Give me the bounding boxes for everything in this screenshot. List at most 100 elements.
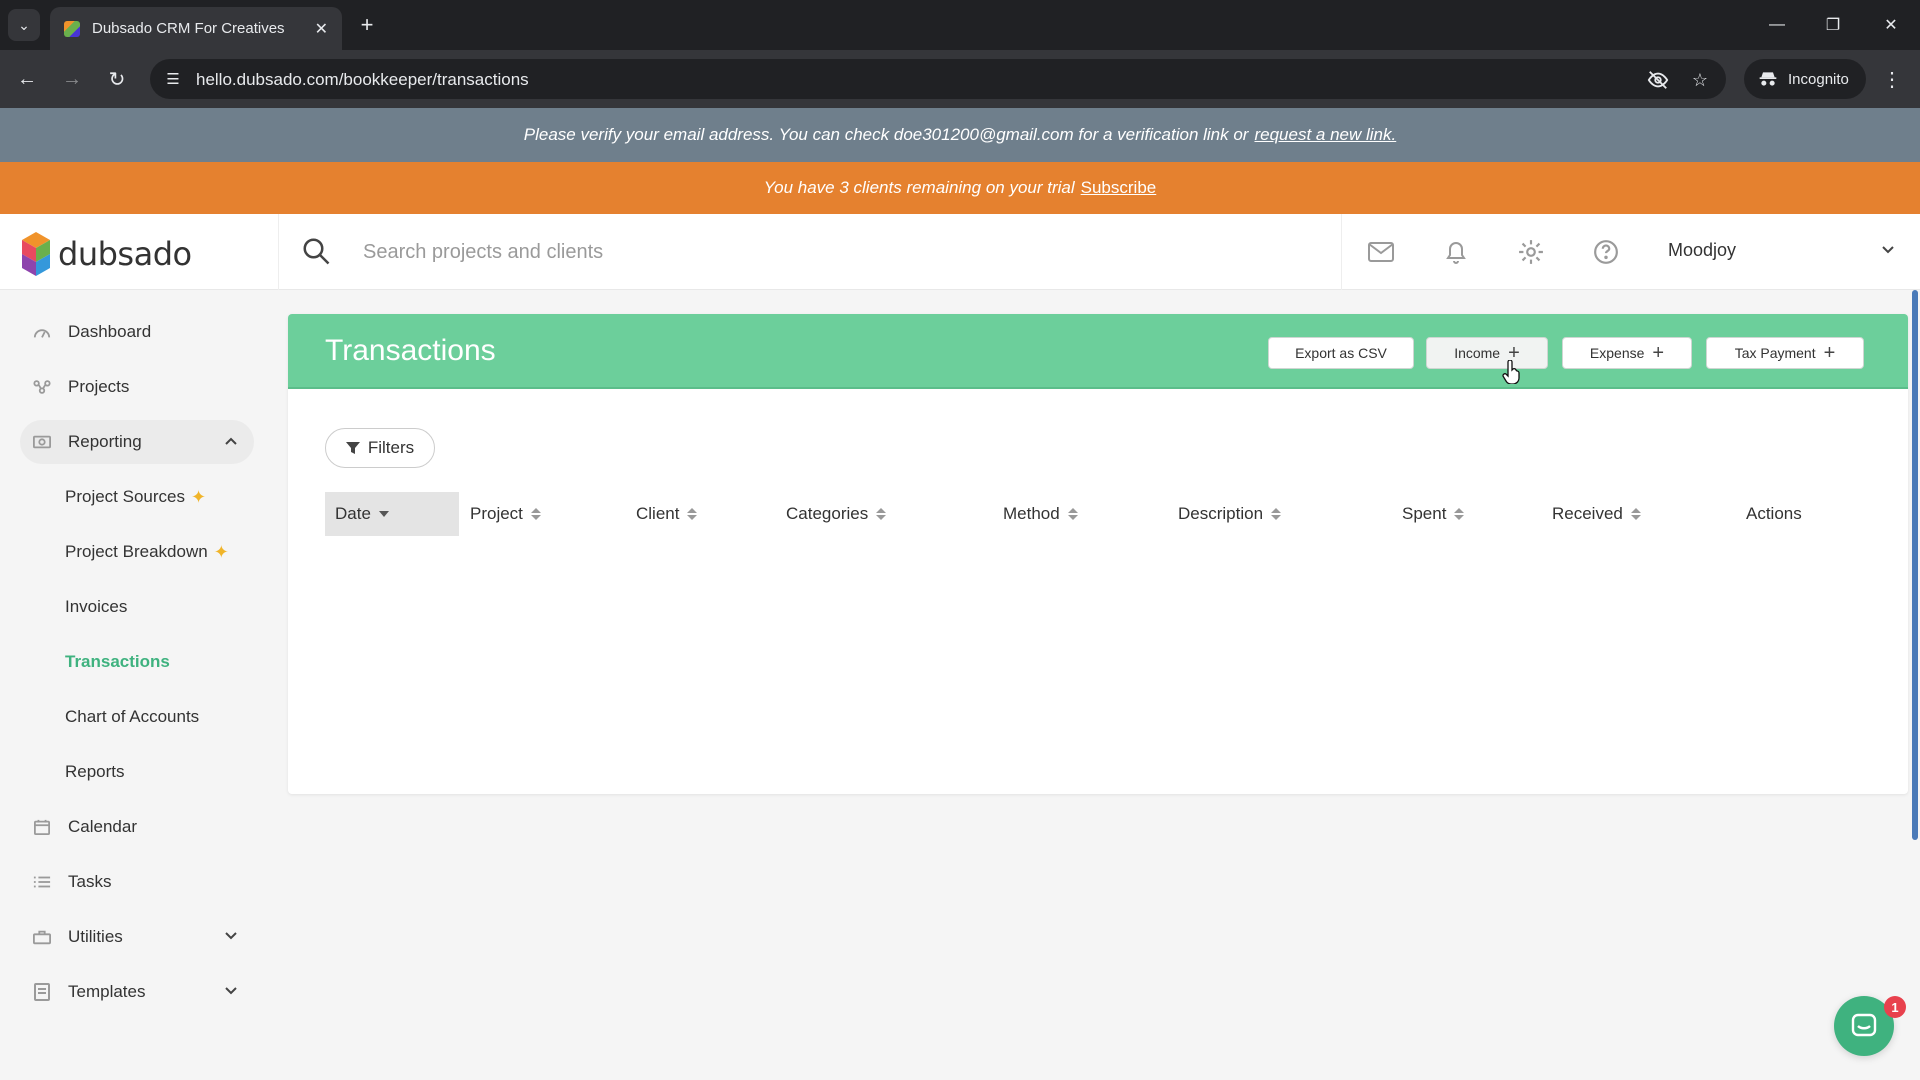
sidebar-item-label: Chart of Accounts xyxy=(65,707,200,726)
sort-icon xyxy=(1067,506,1078,522)
tab-favicon-icon xyxy=(64,20,80,37)
sidebar-item-calendar[interactable]: Calendar xyxy=(20,805,254,849)
trial-banner: You have 3 clients remaining on your tri… xyxy=(0,162,1920,214)
reporting-icon xyxy=(32,432,52,452)
chevron-up-icon[interactable] xyxy=(222,432,240,450)
reload-icon[interactable]: ↻ xyxy=(102,64,132,94)
tab-close-icon[interactable]: ✕ xyxy=(315,19,328,39)
sort-icon xyxy=(1630,506,1641,522)
sidebar-item-label: Transactions xyxy=(65,652,170,671)
sidebar-item-tasks[interactable]: Tasks xyxy=(20,860,254,904)
sidebar-item-label: Tasks xyxy=(68,872,112,891)
sidebar-item-label: Projects xyxy=(68,377,130,396)
sidebar: Dashboard Projects Reporting Project Sou… xyxy=(0,290,270,1080)
restore-icon[interactable]: ❐ xyxy=(1818,10,1848,40)
sidebar-item-label: Invoices xyxy=(65,597,128,616)
sort-desc-icon xyxy=(378,506,389,522)
sidebar-item-templates[interactable]: Templates xyxy=(20,970,254,1014)
request-new-link[interactable]: request a new link. xyxy=(1254,125,1396,145)
add-tax-payment-button[interactable]: Tax Payment + xyxy=(1706,337,1864,369)
minimize-icon[interactable]: — xyxy=(1762,10,1792,40)
subscribe-link[interactable]: Subscribe xyxy=(1081,178,1157,198)
tax-payment-label: Tax Payment xyxy=(1734,345,1816,361)
chevron-down-icon[interactable] xyxy=(1878,238,1898,262)
bell-icon[interactable] xyxy=(1441,237,1471,267)
chevron-down-icon[interactable] xyxy=(222,982,240,1000)
verify-text: Please verify your email address. You ca… xyxy=(523,125,1249,144)
projects-icon xyxy=(32,377,52,397)
chat-notification-badge: 1 xyxy=(1884,996,1906,1018)
sort-icon xyxy=(687,506,698,522)
incognito-label: Incognito xyxy=(1788,70,1849,88)
search-icon[interactable] xyxy=(301,236,331,266)
sidebar-item-label: Project Breakdown xyxy=(65,542,208,561)
url-text[interactable]: hello.dubsado.com/bookkeeper/transaction… xyxy=(196,70,529,90)
export-csv-button[interactable]: Export as CSV xyxy=(1268,337,1414,369)
sidebar-item-label: Templates xyxy=(68,982,146,1001)
help-icon[interactable] xyxy=(1591,237,1621,267)
browser-menu-icon[interactable]: ⋮ xyxy=(1880,64,1904,94)
filters-button[interactable]: Filters xyxy=(325,428,435,468)
sidebar-item-invoices[interactable]: Invoices xyxy=(65,585,127,629)
mail-icon[interactable] xyxy=(1366,237,1396,267)
sidebar-item-transactions[interactable]: Transactions xyxy=(65,640,170,684)
trial-text: You have 3 clients remaining on your tri… xyxy=(763,178,1075,197)
sidebar-item-chart-of-accounts[interactable]: Chart of Accounts xyxy=(65,695,199,739)
column-header-client[interactable]: Client xyxy=(636,492,698,536)
sort-icon xyxy=(530,506,541,522)
forward-icon[interactable]: → xyxy=(57,64,87,94)
column-header-spent[interactable]: Spent xyxy=(1402,492,1465,536)
tab-search-icon[interactable]: ⌄ xyxy=(8,9,40,41)
filter-icon xyxy=(345,442,360,454)
user-name[interactable]: Moodjoy xyxy=(1668,240,1736,261)
column-label: Description xyxy=(1178,504,1264,523)
new-tab-icon[interactable]: + xyxy=(354,12,380,38)
page-title: Transactions xyxy=(325,334,496,367)
column-header-actions: Actions xyxy=(1746,492,1802,536)
chat-icon xyxy=(1851,1013,1877,1037)
back-icon[interactable]: ← xyxy=(12,64,42,94)
sort-icon xyxy=(1271,506,1282,522)
add-expense-button[interactable]: Expense + xyxy=(1562,337,1692,369)
sidebar-item-reports[interactable]: Reports xyxy=(65,750,125,794)
column-label: Method xyxy=(1003,504,1060,523)
sidebar-item-label: Reporting xyxy=(68,432,142,451)
sidebar-item-utilities[interactable]: Utilities xyxy=(20,915,254,959)
tasks-icon xyxy=(32,872,52,892)
plus-icon: + xyxy=(1652,342,1665,364)
sidebar-item-projects[interactable]: Projects xyxy=(20,365,254,409)
sidebar-item-project-sources[interactable]: Project Sources ✦ xyxy=(65,475,206,519)
sidebar-item-label: Calendar xyxy=(68,817,137,836)
column-label: Received xyxy=(1552,504,1623,523)
chevron-down-icon[interactable] xyxy=(222,927,240,945)
site-info-icon[interactable]: ☰ xyxy=(162,68,184,90)
column-header-method[interactable]: Method xyxy=(1003,492,1078,536)
column-header-description[interactable]: Description xyxy=(1178,492,1282,536)
sidebar-item-reporting[interactable]: Reporting xyxy=(20,420,254,464)
plus-icon: + xyxy=(1823,342,1836,364)
calendar-icon xyxy=(32,817,52,837)
sidebar-item-dashboard[interactable]: Dashboard xyxy=(20,310,254,354)
bookmark-star-icon[interactable]: ☆ xyxy=(1688,68,1712,92)
column-header-categories[interactable]: Categories xyxy=(786,492,887,536)
window-close-icon[interactable]: ✕ xyxy=(1876,10,1906,40)
incognito-indicator[interactable]: Incognito xyxy=(1744,59,1866,99)
incognito-icon xyxy=(1759,72,1777,86)
column-header-received[interactable]: Received xyxy=(1552,492,1641,536)
expense-label: Expense xyxy=(1589,345,1645,361)
eye-slash-icon[interactable] xyxy=(1646,68,1670,92)
templates-icon xyxy=(32,982,52,1002)
address-bar[interactable]: ☰ hello.dubsado.com/bookkeeper/transacti… xyxy=(150,59,1726,99)
search-area xyxy=(278,214,1342,290)
page-scrollbar-thumb[interactable] xyxy=(1912,290,1918,840)
column-header-date[interactable]: Date xyxy=(325,492,459,536)
dubsado-logo[interactable]: dubsado xyxy=(22,232,192,276)
column-header-project[interactable]: Project xyxy=(470,492,541,536)
sidebar-item-project-breakdown[interactable]: Project Breakdown ✦ xyxy=(65,530,229,574)
gear-icon[interactable] xyxy=(1516,237,1546,267)
search-input[interactable] xyxy=(363,236,1263,268)
add-income-button[interactable]: Income + xyxy=(1426,337,1548,369)
hand-cursor-icon xyxy=(1502,360,1520,384)
browser-tab[interactable]: Dubsado CRM For Creatives ✕ xyxy=(50,7,342,50)
browser-tab-bar: ⌄ Dubsado CRM For Creatives ✕ + — ❐ ✕ xyxy=(0,0,1920,50)
